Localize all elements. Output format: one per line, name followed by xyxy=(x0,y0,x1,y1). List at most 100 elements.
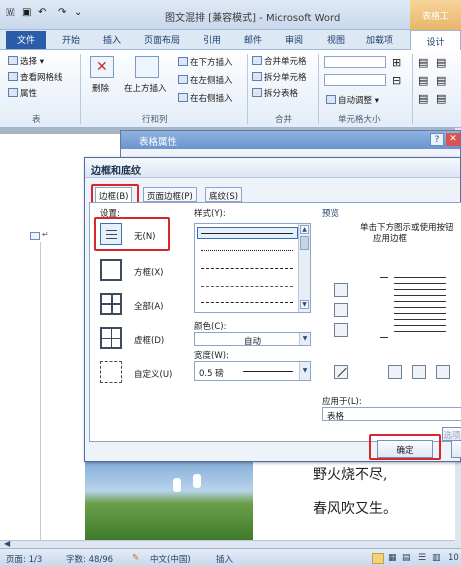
align-top-center-icon[interactable]: ▤ xyxy=(436,56,446,69)
borders-shading-dialog: 边框和底纹 边框(B) 页面边框(P) 底纹(S) 设置: 无(N) 方框(X)… xyxy=(84,157,461,462)
outline-icon[interactable]: ☰ xyxy=(418,553,426,563)
setting-all-icon[interactable] xyxy=(100,293,122,315)
align-center-left-icon[interactable]: ▤ xyxy=(418,74,428,87)
align-bottom-center-icon[interactable]: ▤ xyxy=(436,92,446,105)
insert-below-button[interactable]: 在下方插入 xyxy=(178,56,233,68)
style-option-solid[interactable] xyxy=(201,233,293,234)
delete-icon[interactable]: ✕ xyxy=(90,56,114,78)
cancel-button[interactable] xyxy=(451,440,461,458)
setting-box-label[interactable]: 方框(X) xyxy=(134,266,163,278)
tab-file[interactable]: 文件 xyxy=(6,31,46,49)
preview-text-line xyxy=(394,325,446,326)
tab-references[interactable]: 引用 xyxy=(203,33,221,46)
group-separator xyxy=(247,54,248,124)
setting-custom-icon[interactable] xyxy=(100,361,122,383)
view-gridlines-button[interactable]: 查看网格线 xyxy=(8,71,63,83)
autofit-button[interactable]: 自动调整 ▾ xyxy=(326,94,379,106)
paragraph-mark: ↵ xyxy=(42,230,49,239)
tab-shading[interactable]: 底纹(S) xyxy=(205,187,243,202)
tab-review[interactable]: 审阅 xyxy=(285,33,303,46)
status-insert-mode[interactable]: 插入 xyxy=(216,553,233,565)
setting-box-icon[interactable] xyxy=(100,259,122,281)
split-cells-button[interactable]: 拆分单元格 xyxy=(252,71,307,83)
status-page[interactable]: 页面: 1/3 xyxy=(6,553,42,565)
insert-right-button[interactable]: 在右侧插入 xyxy=(178,92,233,104)
customize-quick-access-icon[interactable]: ⌄ xyxy=(74,7,82,21)
options-button[interactable]: 选项 xyxy=(442,427,461,441)
left-border-icon[interactable] xyxy=(388,365,402,379)
width-combo[interactable]: 0.5 磅 ▼ xyxy=(194,361,311,381)
horizontal-scrollbar[interactable]: ◀ xyxy=(0,539,455,548)
split-table-button[interactable]: 拆分表格 xyxy=(252,87,298,99)
help-button[interactable]: ? xyxy=(430,133,444,146)
tab-mailings[interactable]: 邮件 xyxy=(244,33,262,46)
insert-above-icon[interactable] xyxy=(135,56,159,78)
close-button[interactable]: ✕ xyxy=(446,133,460,146)
status-zoom[interactable]: 10 xyxy=(448,553,459,563)
insert-left-icon xyxy=(178,75,188,84)
distribute-columns-icon[interactable]: ⊟ xyxy=(392,74,401,87)
status-language[interactable]: 中文(中国) xyxy=(150,553,191,565)
photo-figure xyxy=(173,478,181,492)
chevron-down-icon[interactable]: ▼ xyxy=(299,333,310,345)
chevron-down-icon[interactable]: ▼ xyxy=(299,362,310,380)
setting-custom-label[interactable]: 自定义(U) xyxy=(134,368,172,380)
insert-below-icon xyxy=(178,57,188,66)
inside-vertical-border-icon[interactable] xyxy=(412,365,426,379)
tab-addins[interactable]: 加载项 xyxy=(366,33,393,46)
scroll-down-icon[interactable]: ▼ xyxy=(300,300,309,309)
save-icon[interactable]: ▣ xyxy=(22,7,31,21)
highlight-setting-none xyxy=(94,217,170,251)
delete-button[interactable]: 删除 xyxy=(92,82,109,94)
full-screen-icon[interactable]: ▦ xyxy=(388,553,397,563)
group-separator xyxy=(80,54,81,124)
style-option-dash-dot[interactable] xyxy=(201,302,293,303)
insert-above-button[interactable]: 在上方插入 xyxy=(124,82,167,94)
properties-button[interactable]: 属性 xyxy=(8,87,37,99)
align-top-left-icon[interactable]: ▤ xyxy=(418,56,428,69)
web-layout-icon[interactable]: ▤ xyxy=(402,553,411,563)
color-combo[interactable]: 自动 ▼ xyxy=(194,332,311,347)
style-option-dashed[interactable] xyxy=(201,268,293,269)
tab-insert[interactable]: 插入 xyxy=(103,33,121,46)
setting-grid-icon[interactable] xyxy=(100,327,122,349)
tab-page-layout[interactable]: 页面布局 xyxy=(144,33,180,46)
align-center-icon[interactable]: ▤ xyxy=(436,74,446,87)
style-scrollbar[interactable]: ▲ ▼ xyxy=(298,224,310,312)
merge-cells-button[interactable]: 合并单元格 xyxy=(252,55,307,67)
bottom-border-icon[interactable] xyxy=(334,323,348,337)
setting-grid-label[interactable]: 虚框(D) xyxy=(134,334,164,346)
preview-canvas[interactable] xyxy=(380,271,460,343)
status-word-count[interactable]: 字数: 48/96 xyxy=(66,553,113,565)
table-move-handle-icon[interactable] xyxy=(30,232,40,240)
redo-icon[interactable]: ↷ xyxy=(58,7,66,21)
insert-left-button[interactable]: 在左侧插入 xyxy=(178,74,233,86)
undo-icon[interactable]: ↶ xyxy=(38,7,46,21)
tab-page-border[interactable]: 页面边框(P) xyxy=(143,187,197,202)
column-width-spinner[interactable] xyxy=(324,74,386,86)
scroll-thumb[interactable] xyxy=(300,236,309,250)
word-icon[interactable]: 🇼 xyxy=(6,7,15,21)
scroll-up-icon[interactable]: ▲ xyxy=(300,225,309,234)
align-bottom-left-icon[interactable]: ▤ xyxy=(418,92,428,105)
diagonal-down-border-icon[interactable] xyxy=(334,365,348,379)
tab-design[interactable]: 设计 xyxy=(410,30,461,50)
draft-icon[interactable]: ▥ xyxy=(432,553,441,563)
apply-to-combo[interactable]: 表格 xyxy=(322,407,461,422)
row-height-spinner[interactable] xyxy=(324,56,386,68)
inside-horizontal-border-icon[interactable] xyxy=(334,303,348,317)
distribute-rows-icon[interactable]: ⊞ xyxy=(392,56,401,69)
right-border-icon[interactable] xyxy=(436,365,450,379)
document-photo[interactable] xyxy=(85,458,253,540)
tab-view[interactable]: 视图 xyxy=(327,33,345,46)
print-layout-icon[interactable] xyxy=(372,553,384,564)
top-border-icon[interactable] xyxy=(334,283,348,297)
proofing-icon[interactable]: ✎ xyxy=(132,553,139,563)
setting-all-label[interactable]: 全部(A) xyxy=(134,300,163,312)
style-option-long-dash[interactable] xyxy=(201,286,293,287)
style-listbox[interactable]: ▲ ▼ xyxy=(194,223,311,313)
style-option-dotted[interactable] xyxy=(201,250,293,251)
tab-home[interactable]: 开始 xyxy=(62,33,80,46)
scroll-left-icon[interactable]: ◀ xyxy=(4,539,10,548)
select-button[interactable]: 选择 ▾ xyxy=(8,55,44,67)
